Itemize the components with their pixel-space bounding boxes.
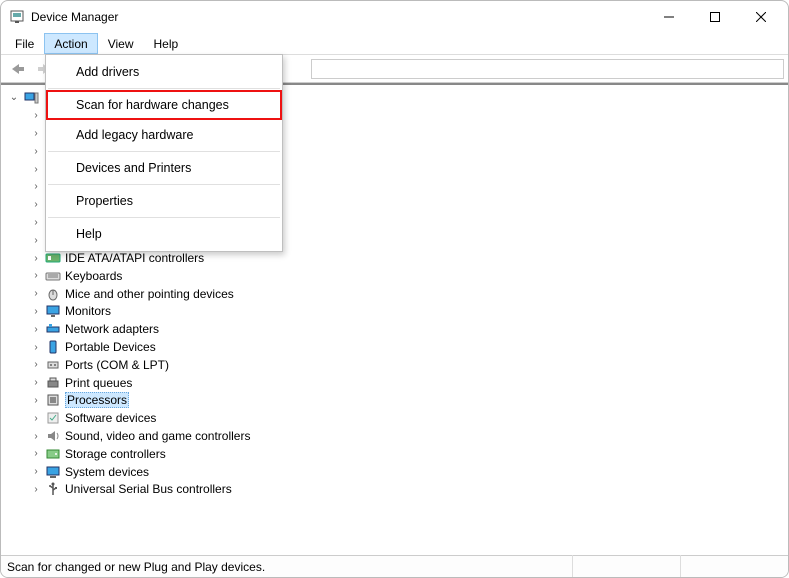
back-button[interactable] (5, 58, 29, 80)
usb-icon (45, 481, 61, 497)
titlebar: Device Manager (1, 1, 788, 33)
device-manager-window: Device Manager File Action View Help ⌄››… (0, 0, 789, 578)
tree-item[interactable]: › System devices (7, 463, 788, 481)
tree-item-label: Mice and other pointing devices (65, 287, 234, 301)
chevron-right-icon[interactable]: › (29, 358, 43, 372)
tree-item[interactable]: › Portable Devices (7, 338, 788, 356)
chevron-right-icon[interactable]: › (29, 109, 43, 123)
close-button[interactable] (738, 1, 784, 33)
tree-item[interactable]: › Processors (7, 392, 788, 410)
chevron-down-icon[interactable]: ⌄ (7, 91, 21, 105)
action-menu-item[interactable]: Devices and Printers (46, 153, 282, 183)
tree-item-label: Software devices (65, 411, 156, 425)
chevron-right-icon[interactable]: › (29, 304, 43, 318)
menu-separator (48, 217, 280, 218)
menu-separator (48, 184, 280, 185)
sound-icon (45, 428, 61, 444)
tree-item-label: Network adapters (65, 322, 159, 336)
tree-item[interactable]: › Ports (COM & LPT) (7, 356, 788, 374)
mouse-icon (45, 286, 61, 302)
storage-icon (45, 446, 61, 462)
chevron-right-icon[interactable]: › (29, 376, 43, 390)
tree-item-label: Ports (COM & LPT) (65, 358, 169, 372)
tree-item[interactable]: › Network adapters (7, 320, 788, 338)
minimize-button[interactable] (646, 1, 692, 33)
tree-item[interactable]: › Monitors (7, 303, 788, 321)
tree-item-label: Universal Serial Bus controllers (65, 482, 232, 496)
tree-item-label: Sound, video and game controllers (65, 429, 250, 443)
action-menu-item[interactable]: Scan for hardware changes (46, 90, 282, 120)
chevron-right-icon[interactable]: › (29, 322, 43, 336)
menu-action[interactable]: Action (44, 33, 97, 54)
menu-separator (48, 151, 280, 152)
tree-item[interactable]: › Sound, video and game controllers (7, 427, 788, 445)
statusbar-text: Scan for changed or new Plug and Play de… (7, 560, 265, 574)
chevron-right-icon[interactable]: › (29, 162, 43, 176)
statusbar: Scan for changed or new Plug and Play de… (1, 555, 788, 577)
keyboard-icon (45, 268, 61, 284)
tree-item[interactable]: › Mice and other pointing devices (7, 285, 788, 303)
system-icon (45, 464, 61, 480)
maximize-button[interactable] (692, 1, 738, 33)
chevron-right-icon[interactable]: › (29, 251, 43, 265)
printer-icon (45, 375, 61, 391)
port-icon (45, 357, 61, 373)
chevron-right-icon[interactable]: › (29, 411, 43, 425)
computer-icon (23, 90, 39, 106)
menu-file[interactable]: File (5, 33, 44, 54)
window-title: Device Manager (31, 10, 118, 24)
tree-item-label: Portable Devices (65, 340, 156, 354)
action-menu-item[interactable]: Help (46, 219, 282, 249)
chevron-right-icon[interactable]: › (29, 429, 43, 443)
chevron-right-icon[interactable]: › (29, 126, 43, 140)
tree-item-label: Storage controllers (65, 447, 166, 461)
tree-item[interactable]: › Universal Serial Bus controllers (7, 481, 788, 499)
chevron-right-icon[interactable]: › (29, 269, 43, 283)
chevron-right-icon[interactable]: › (29, 180, 43, 194)
menu-help[interactable]: Help (144, 33, 189, 54)
chevron-right-icon[interactable]: › (29, 215, 43, 229)
action-menu-item[interactable]: Add drivers (46, 57, 282, 87)
menu-separator (48, 88, 280, 89)
tree-item[interactable]: › Print queues (7, 374, 788, 392)
menubar: File Action View Help (1, 33, 788, 55)
action-menu-item[interactable]: Properties (46, 186, 282, 216)
tree-item[interactable]: › Storage controllers (7, 445, 788, 463)
toolbar-address-field[interactable] (311, 59, 784, 79)
tree-item-label: Keyboards (65, 269, 122, 283)
chevron-right-icon[interactable]: › (29, 233, 43, 247)
tree-item-label: Processors (65, 392, 129, 408)
chevron-right-icon[interactable]: › (29, 144, 43, 158)
ide-icon (45, 250, 61, 266)
network-icon (45, 321, 61, 337)
tree-item[interactable]: › Keyboards (7, 267, 788, 285)
action-menu-dropdown: Add driversScan for hardware changesAdd … (45, 54, 283, 252)
chevron-right-icon[interactable]: › (29, 447, 43, 461)
monitor-icon (45, 303, 61, 319)
tree-item-label: Monitors (65, 304, 111, 318)
chevron-right-icon[interactable]: › (29, 287, 43, 301)
action-menu-item[interactable]: Add legacy hardware (46, 120, 282, 150)
app-icon (9, 9, 25, 25)
tree-item-label: Print queues (65, 376, 132, 390)
software-icon (45, 410, 61, 426)
menu-view[interactable]: View (98, 33, 144, 54)
tree-item-label: System devices (65, 465, 149, 479)
tree-item[interactable]: › Software devices (7, 409, 788, 427)
portable-icon (45, 339, 61, 355)
chevron-right-icon[interactable]: › (29, 340, 43, 354)
tree-item-label: IDE ATA/ATAPI controllers (65, 251, 204, 265)
chevron-right-icon[interactable]: › (29, 198, 43, 212)
chevron-right-icon[interactable]: › (29, 393, 43, 407)
chevron-right-icon[interactable]: › (29, 465, 43, 479)
chevron-right-icon[interactable]: › (29, 482, 43, 496)
cpu-icon (45, 392, 61, 408)
